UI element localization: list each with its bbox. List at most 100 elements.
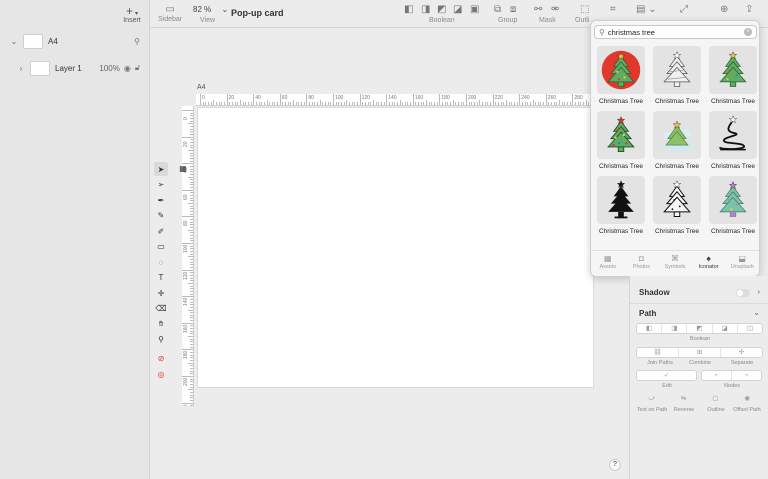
icon-result-item[interactable]: Christmas Tree: [651, 111, 703, 170]
ruler-tick: [190, 112, 193, 114]
page-row[interactable]: ⌄ A4 ⚲: [0, 31, 150, 51]
zoom-control[interactable]: 82 % ⌄: [193, 5, 228, 14]
lasso-tool[interactable]: ◌: [154, 255, 168, 269]
outline-path-button[interactable]: ▢: [700, 394, 732, 405]
tab-unsplash[interactable]: ⬓ Unsplash: [725, 251, 759, 276]
icon-result-item[interactable]: Christmas Tree: [651, 176, 703, 235]
node-smooth-button[interactable]: ¬: [732, 371, 761, 380]
path-subtract-button[interactable]: ◨: [662, 324, 688, 333]
stroke-color-swatch[interactable]: ◎: [154, 367, 168, 381]
insert-button[interactable]: + ▾ Insert: [118, 5, 146, 24]
icon-result-item[interactable]: Christmas Tree: [595, 46, 647, 105]
canvas-area[interactable]: A4 0 20 40 60 80 100 120 140 160 180 200 220 240 260 2…: [150, 28, 630, 479]
tree-green-star-icon[interactable]: [709, 46, 757, 94]
stroke-icon: ◎: [157, 369, 165, 379]
icon-result-item[interactable]: Christmas Tree: [707, 176, 759, 235]
path-difference-button[interactable]: ◪: [713, 324, 738, 333]
tree-decorated-icon[interactable]: [597, 111, 645, 159]
join-paths-button[interactable]: ⛓: [637, 348, 679, 357]
separate-button[interactable]: ✣: [721, 348, 762, 357]
boolean-extra-button[interactable]: ▣: [470, 4, 479, 16]
artboard-label: A4: [197, 84, 206, 91]
chevron-right-icon[interactable]: ›: [757, 287, 760, 296]
union-button[interactable]: ◧: [404, 4, 413, 16]
outline-button[interactable]: ⬚: [580, 4, 589, 16]
text-on-path-button[interactable]: ⤻: [636, 394, 668, 405]
tree-line-icon[interactable]: [653, 176, 701, 224]
tab-iconator[interactable]: ♠ Iconator: [692, 251, 726, 276]
shape-tool[interactable]: ▭: [154, 240, 168, 254]
eraser-tool[interactable]: ⌫: [154, 302, 168, 316]
chevron-right-icon[interactable]: ›: [16, 64, 26, 73]
difference-button[interactable]: ◪: [453, 4, 462, 16]
eraser-icon: ⌫: [155, 304, 167, 313]
tree-teal-purple-icon[interactable]: [709, 176, 757, 224]
icon-result-item[interactable]: Christmas Tree: [707, 46, 759, 105]
arrange-button[interactable]: ▤ ⌄: [636, 4, 657, 16]
tree-snow-icon[interactable]: [653, 111, 701, 159]
direct-select-tool[interactable]: ➢: [154, 178, 168, 192]
chevron-down-icon[interactable]: ⌄: [9, 37, 19, 46]
mask-button[interactable]: ⚯: [534, 4, 542, 16]
image-tool[interactable]: ▦: [177, 162, 189, 174]
fill-color-swatch[interactable]: ⊘: [154, 352, 168, 366]
subtract-button[interactable]: ◨: [421, 4, 430, 16]
unmask-button[interactable]: ⚮: [551, 4, 559, 16]
shadow-toggle[interactable]: [736, 289, 750, 297]
pen-tool[interactable]: ✒: [154, 193, 168, 207]
layer-row[interactable]: › Layer 1 100% ◉ 🔓︎: [0, 58, 150, 78]
tree-outline-grey-icon[interactable]: [653, 46, 701, 94]
pencil-tool[interactable]: ✎: [154, 209, 168, 223]
lock-icon[interactable]: 🔓︎: [135, 63, 140, 73]
pin-icon[interactable]: ⚲: [134, 37, 140, 46]
tree-black-icon[interactable]: [597, 176, 645, 224]
offset-path-button[interactable]: ◉: [731, 394, 763, 405]
edit-button[interactable]: ✓: [636, 370, 697, 381]
tab-symbols[interactable]: ⌘ Symbols: [658, 251, 692, 276]
ruler-tick: [388, 102, 390, 105]
icon-result-item[interactable]: Christmas Tree: [595, 176, 647, 235]
iconator-button[interactable]: ⊕: [720, 4, 728, 16]
path-intersect-button[interactable]: ◩: [687, 324, 713, 333]
tab-assets[interactable]: ▦ Assets: [591, 251, 625, 276]
icon-result-item[interactable]: Christmas Tree: [595, 111, 647, 170]
ruler-tick: [484, 102, 486, 105]
icon-result-item[interactable]: Christmas Tree: [707, 111, 759, 170]
ruler-tick: [190, 211, 193, 213]
icon-search-field[interactable]: ⚲ ×: [594, 25, 757, 39]
tree-red-circle-icon[interactable]: [597, 46, 645, 94]
combine-button[interactable]: ⊞: [679, 348, 721, 357]
ruler-tick: [188, 336, 193, 338]
ungroup-button[interactable]: ⧈: [510, 4, 516, 16]
intersect-button[interactable]: ◩: [437, 4, 446, 16]
icon-result-item[interactable]: Christmas Tree: [651, 46, 703, 105]
brush-tool[interactable]: ✐: [154, 224, 168, 238]
eye-icon[interactable]: ◉: [124, 64, 131, 73]
path-union-button[interactable]: ◧: [637, 324, 663, 333]
tree-swirl-icon[interactable]: [709, 111, 757, 159]
crop-button[interactable]: ⌗: [610, 4, 616, 16]
ruler-tick: [190, 394, 193, 396]
help-button[interactable]: ?: [609, 459, 621, 471]
select-tool[interactable]: ➤: [154, 162, 168, 176]
chevron-down-icon[interactable]: ⌄: [753, 308, 760, 317]
layer-opacity[interactable]: 100%: [99, 64, 119, 73]
group-button[interactable]: ⧉: [494, 4, 501, 16]
reverse-button[interactable]: ⇆: [668, 394, 700, 405]
tab-photos[interactable]: ◘ Photos: [625, 251, 659, 276]
artboard[interactable]: [197, 107, 594, 388]
clear-search-icon[interactable]: ×: [744, 28, 752, 36]
transform-tool[interactable]: ✛: [154, 286, 168, 300]
text-tool[interactable]: T: [154, 271, 168, 285]
hand-icon: ✋︎: [158, 319, 164, 328]
icon-search-input[interactable]: [607, 27, 738, 37]
node-corner-button[interactable]: ⌐: [702, 371, 732, 380]
zoom-tool[interactable]: ⚲: [154, 333, 168, 347]
pen-extra-button[interactable]: ⤢: [680, 4, 688, 16]
sidebar-button[interactable]: ▭ Sidebar: [158, 4, 182, 23]
tree-decorated-icon: [607, 116, 635, 152]
export-button[interactable]: ⇪: [745, 4, 753, 16]
hand-tool[interactable]: ✋︎: [154, 317, 168, 331]
ruler-tick: [188, 203, 193, 205]
path-flatten-button[interactable]: ◫: [738, 324, 762, 333]
